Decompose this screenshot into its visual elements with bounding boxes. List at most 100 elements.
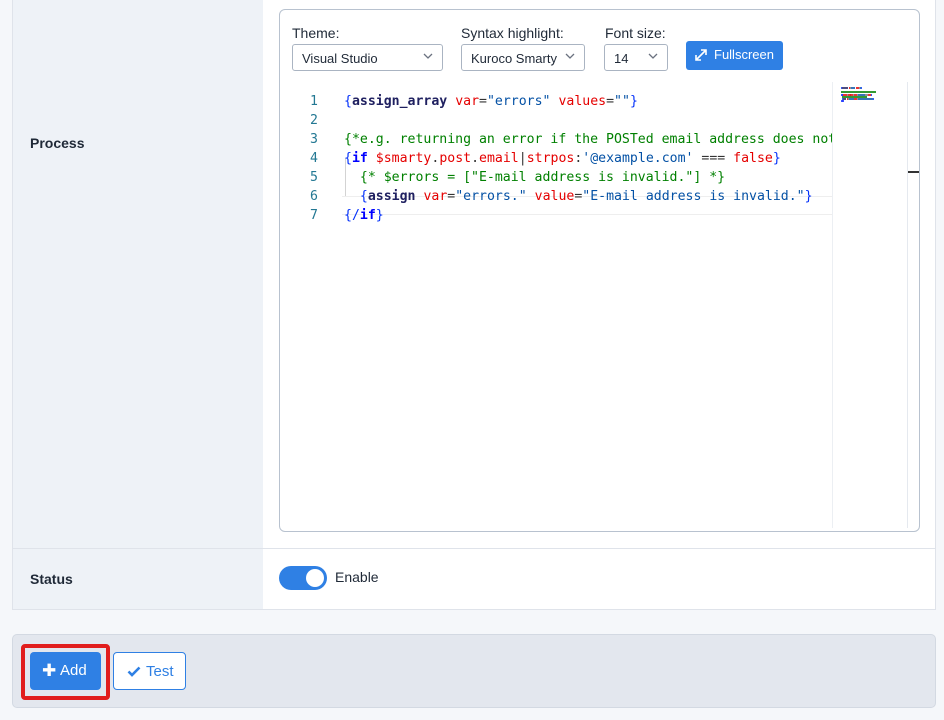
code-content: {if $smarty.post.email|strpos:'@example.… bbox=[344, 149, 781, 168]
theme-select-value: Visual Studio bbox=[302, 51, 378, 66]
minimap-token bbox=[860, 87, 862, 89]
code-token: '@example.com' bbox=[582, 151, 694, 166]
plus-icon: ✚ bbox=[42, 661, 57, 680]
code-token: { bbox=[344, 151, 352, 166]
code-token: var bbox=[455, 94, 480, 109]
add-button[interactable]: ✚ Add bbox=[30, 652, 101, 690]
code-token: "E-mail address is invalid." bbox=[582, 189, 805, 204]
code-token: values bbox=[558, 94, 607, 109]
theme-select[interactable]: Visual Studio bbox=[292, 44, 443, 71]
code-token: { bbox=[344, 94, 352, 109]
code-line: 4 {if $smarty.post.email|strpos:'@example… bbox=[280, 149, 832, 168]
chevron-down-icon bbox=[565, 53, 575, 59]
process-label: Process bbox=[30, 135, 85, 151]
minimap-token bbox=[843, 100, 845, 103]
code-line: 1 {assign_array var="errors" values=""} bbox=[280, 92, 832, 111]
font-size-select-value: 14 bbox=[614, 51, 629, 66]
code-token: } bbox=[629, 94, 638, 109]
status-label: Status bbox=[30, 571, 73, 587]
action-bar: ✚ Add Test bbox=[12, 634, 936, 708]
minimap-token bbox=[857, 98, 873, 100]
syntax-select[interactable]: Kuroco Smarty bbox=[461, 44, 585, 71]
chevron-down-icon bbox=[423, 53, 433, 59]
code-token: {/ bbox=[344, 208, 360, 223]
process-row: Process Theme: Visual Studio Syntax high… bbox=[13, 0, 935, 549]
line-number: 2 bbox=[310, 113, 318, 128]
code-token: {*e.g. returning an error if the POSTed … bbox=[344, 132, 832, 147]
code-token: = bbox=[606, 94, 615, 109]
code-content: {assign_array var="errors" values=""} bbox=[344, 92, 638, 111]
code-token: === bbox=[693, 151, 734, 166]
code-line: 2 bbox=[280, 111, 832, 130]
expand-icon bbox=[695, 49, 707, 61]
line-number: 3 bbox=[310, 132, 318, 147]
test-button[interactable]: Test bbox=[113, 652, 186, 690]
code-line: 5 {* $errors = ["E-mail address is inval… bbox=[280, 168, 832, 187]
syntax-label: Syntax highlight: bbox=[461, 25, 564, 41]
code-token: { bbox=[359, 189, 368, 204]
line-number: 1 bbox=[310, 94, 318, 109]
code-token: "errors" bbox=[486, 94, 551, 109]
code-minimap[interactable] bbox=[832, 82, 907, 528]
code-token: = bbox=[479, 94, 487, 109]
test-button-label: Test bbox=[146, 663, 174, 680]
add-button-label: Add bbox=[60, 662, 87, 679]
font-size-label: Font size: bbox=[605, 25, 666, 41]
code-editor: Theme: Visual Studio Syntax highlight: K… bbox=[279, 9, 920, 532]
code-line: 3 {*e.g. returning an error if the POSTed… bbox=[280, 130, 832, 149]
code-token: strpos bbox=[526, 151, 575, 166]
chevron-down-icon bbox=[648, 53, 658, 59]
minimap-token bbox=[872, 98, 874, 100]
process-label-cell: Process bbox=[13, 0, 263, 548]
editor-scrollbar[interactable] bbox=[907, 82, 919, 528]
scrollbar-cursor-mark bbox=[908, 171, 919, 173]
toggle-knob bbox=[306, 569, 324, 587]
code-token: false bbox=[733, 151, 773, 166]
line-number: 6 bbox=[310, 189, 318, 204]
fullscreen-label: Fullscreen bbox=[714, 47, 774, 62]
code-token: value bbox=[534, 189, 575, 204]
code-line: 7 {/if} bbox=[280, 206, 832, 225]
code-line: 6 {assign var="errors." value="E-mail ad… bbox=[280, 187, 832, 206]
settings-form: Process Theme: Visual Studio Syntax high… bbox=[12, 0, 936, 610]
code-content: {/if} bbox=[344, 206, 384, 225]
code-text-area[interactable]: 1 {assign_array var="errors" values=""} 2 3… bbox=[280, 82, 832, 528]
code-token: email bbox=[479, 151, 519, 166]
status-row: Status Enable bbox=[13, 549, 935, 609]
line-number: 4 bbox=[310, 151, 318, 166]
code-token: "errors." bbox=[455, 189, 527, 204]
code-content: {assign var="errors." value="E-mail addr… bbox=[344, 187, 813, 206]
font-size-select[interactable]: 14 bbox=[604, 44, 668, 71]
theme-label: Theme: bbox=[292, 25, 340, 41]
minimap-token bbox=[841, 87, 849, 89]
code-token: | bbox=[518, 151, 527, 166]
code-token: . bbox=[471, 151, 480, 166]
status-toggle[interactable] bbox=[279, 566, 327, 590]
code-token: if bbox=[351, 151, 368, 166]
code-token: } bbox=[804, 189, 813, 204]
check-icon bbox=[127, 666, 141, 677]
status-toggle-label: Enable bbox=[335, 569, 379, 585]
line-number: 5 bbox=[310, 170, 318, 185]
code-token: } bbox=[772, 151, 781, 166]
minimap-token bbox=[870, 93, 872, 96]
code-token: assign_array bbox=[351, 94, 448, 109]
code-token: {* $errors = ["E-mail address is invalid… bbox=[359, 170, 726, 185]
status-label-cell: Status bbox=[13, 549, 263, 609]
code-token: if bbox=[359, 208, 376, 223]
code-token: assign bbox=[367, 189, 416, 204]
code-content: {*e.g. returning an error if the POSTed … bbox=[344, 130, 832, 149]
fullscreen-button[interactable]: Fullscreen bbox=[686, 41, 783, 70]
line-number: 7 bbox=[310, 208, 318, 223]
code-content: {* $errors = ["E-mail address is invalid… bbox=[344, 168, 725, 187]
syntax-select-value: Kuroco Smarty bbox=[471, 51, 557, 66]
code-token: "" bbox=[614, 94, 630, 109]
code-token: var bbox=[423, 189, 448, 204]
code-token: } bbox=[375, 208, 384, 223]
code-token: post bbox=[439, 151, 472, 166]
